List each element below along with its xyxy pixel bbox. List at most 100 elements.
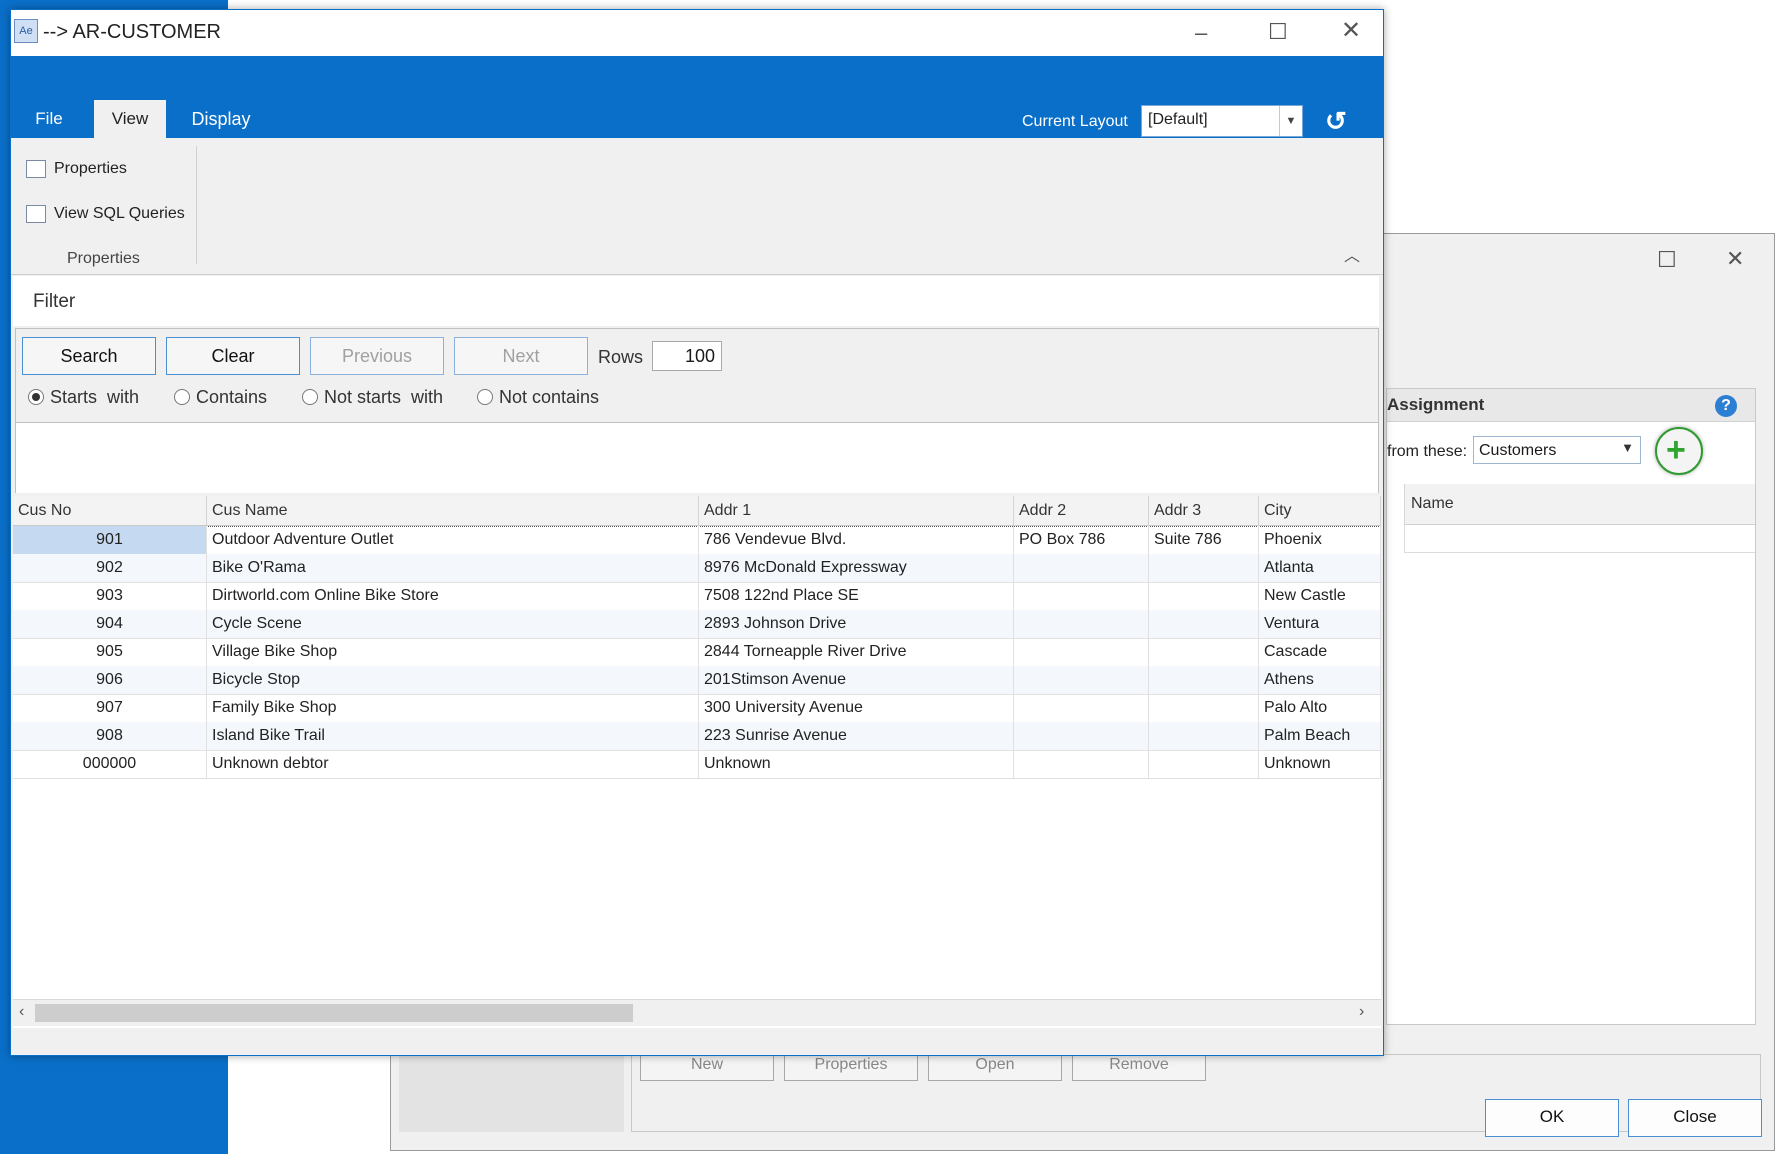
cell-cus-name: Cycle Scene bbox=[207, 610, 699, 638]
customer-grid: Cus No Cus Name Addr 1 Addr 2 Addr 3 Cit… bbox=[13, 496, 1381, 1028]
ok-button[interactable]: OK bbox=[1485, 1099, 1619, 1137]
maximize-icon[interactable]: ☐ bbox=[1657, 249, 1677, 271]
radio-starts-with[interactable]: Starts with bbox=[28, 387, 139, 408]
column-header-cus-name[interactable]: Cus Name bbox=[207, 496, 699, 526]
column-header-cus-no[interactable]: Cus No bbox=[13, 496, 207, 526]
column-header-addr-2[interactable]: Addr 2 bbox=[1014, 496, 1149, 526]
chevron-left-icon[interactable]: ‹ bbox=[19, 1003, 24, 1021]
cell-addr-3 bbox=[1149, 554, 1259, 582]
table-row[interactable]: 907 Family Bike Shop 300 University Aven… bbox=[13, 694, 1381, 723]
previous-button[interactable]: Previous bbox=[310, 337, 444, 375]
close-icon[interactable]: ✕ bbox=[1726, 248, 1744, 270]
cell-addr-1: 223 Sunrise Avenue bbox=[699, 722, 1014, 750]
close-button[interactable]: Close bbox=[1628, 1099, 1762, 1137]
add-button[interactable]: + bbox=[1655, 427, 1703, 475]
cell-cus-no: 905 bbox=[13, 638, 207, 666]
cell-addr-3: Suite 786 bbox=[1149, 526, 1259, 554]
cell-city: Phoenix bbox=[1259, 526, 1381, 554]
cell-cus-no: 902 bbox=[13, 554, 207, 582]
cell-addr-2 bbox=[1014, 582, 1149, 610]
ribbon-item-label: View SQL Queries bbox=[54, 205, 185, 223]
column-header-city[interactable]: City bbox=[1259, 496, 1381, 526]
from-these-label: from these: bbox=[1387, 443, 1468, 460]
chevron-up-icon[interactable]: ︿ bbox=[1344, 242, 1360, 266]
radio-label: Starts with bbox=[50, 387, 140, 407]
table-row[interactable]: 903 Dirtworld.com Online Bike Store 7508… bbox=[13, 582, 1381, 611]
cell-cus-name: Bicycle Stop bbox=[207, 666, 699, 694]
scrollbar-thumb[interactable] bbox=[35, 1004, 633, 1022]
radio-not-contains[interactable]: Not contains bbox=[477, 387, 599, 408]
ribbon-item-view-sql[interactable]: View SQL Queries bbox=[26, 205, 185, 223]
cell-city: Athens bbox=[1259, 666, 1381, 694]
current-layout-select[interactable]: [Default] ▼ bbox=[1141, 105, 1303, 137]
cell-cus-name: Dirtworld.com Online Bike Store bbox=[207, 582, 699, 610]
cell-city: Palm Beach bbox=[1259, 722, 1381, 750]
table-row[interactable]: 000000 Unknown debtor Unknown Unknown bbox=[13, 750, 1381, 779]
chevron-down-icon: ▼ bbox=[1621, 440, 1634, 455]
cell-cus-no: 904 bbox=[13, 610, 207, 638]
app-icon: Ae bbox=[14, 19, 38, 43]
remove-button[interactable]: Remove bbox=[1072, 1055, 1206, 1081]
cell-addr-1: 2893 Johnson Drive bbox=[699, 610, 1014, 638]
column-header-addr-1[interactable]: Addr 1 bbox=[699, 496, 1014, 526]
chevron-down-icon[interactable]: ▼ bbox=[1279, 106, 1302, 136]
tab-view[interactable]: View bbox=[94, 100, 166, 138]
new-button[interactable]: New bbox=[640, 1055, 774, 1081]
cell-cus-no: 907 bbox=[13, 694, 207, 722]
table-row[interactable]: 901 Outdoor Adventure Outlet 786 Vendevu… bbox=[13, 526, 1381, 555]
refresh-icon[interactable]: ↺ bbox=[1325, 106, 1347, 137]
filter-conditions-area[interactable] bbox=[16, 422, 1378, 493]
rows-input[interactable]: 100 bbox=[652, 341, 722, 371]
search-button[interactable]: Search bbox=[22, 337, 156, 375]
tab-display[interactable]: Display bbox=[181, 100, 261, 138]
ribbon-item-properties[interactable]: Properties bbox=[26, 160, 127, 178]
tab-file[interactable]: File bbox=[19, 100, 79, 138]
window-title: --> AR-CUSTOMER bbox=[43, 21, 221, 43]
table-row[interactable]: 908 Island Bike Trail 223 Sunrise Avenue… bbox=[13, 722, 1381, 751]
cell-addr-1: 786 Vendevue Blvd. bbox=[699, 526, 1014, 554]
clear-button[interactable]: Clear bbox=[166, 337, 300, 375]
open-button[interactable]: Open bbox=[928, 1055, 1062, 1081]
cell-addr-2 bbox=[1014, 666, 1149, 694]
assignment-grid-row[interactable] bbox=[1404, 524, 1755, 553]
table-row[interactable]: 904 Cycle Scene 2893 Johnson Drive Ventu… bbox=[13, 610, 1381, 639]
radio-label: Contains bbox=[196, 387, 268, 407]
table-row[interactable]: 906 Bicycle Stop 201Stimson Avenue Athen… bbox=[13, 666, 1381, 695]
cell-addr-2 bbox=[1014, 722, 1149, 750]
source-select[interactable]: Customers ▼ bbox=[1473, 436, 1641, 464]
radio-not-starts-with[interactable]: Not starts with bbox=[302, 387, 443, 408]
cell-cus-no: 906 bbox=[13, 666, 207, 694]
cell-cus-no: 908 bbox=[13, 722, 207, 750]
current-layout-label: Current Layout bbox=[1022, 113, 1128, 130]
table-row[interactable]: 905 Village Bike Shop 2844 Torneapple Ri… bbox=[13, 638, 1381, 667]
name-column-header[interactable]: Name bbox=[1411, 495, 1454, 513]
ribbon-tab-bar: File View Display Current Layout [Defaul… bbox=[11, 56, 1383, 138]
help-icon[interactable]: ? bbox=[1715, 395, 1737, 417]
horizontal-scrollbar[interactable]: ‹ › bbox=[13, 999, 1381, 1026]
close-icon[interactable]: ✕ bbox=[1341, 19, 1361, 43]
properties-button[interactable]: Properties bbox=[784, 1055, 918, 1081]
cell-addr-3 bbox=[1149, 694, 1259, 722]
cell-cus-name: Family Bike Shop bbox=[207, 694, 699, 722]
radio-icon bbox=[302, 389, 318, 405]
assignment-panel: Assignment ? from these: Customers ▼ + N… bbox=[1386, 388, 1756, 1025]
ribbon-body: Properties View SQL Queries Properties ︿ bbox=[11, 138, 1383, 275]
cell-city: Cascade bbox=[1259, 638, 1381, 666]
radio-contains[interactable]: Contains bbox=[174, 387, 267, 408]
title-bar[interactable]: Ae --> AR-CUSTOMER – ☐ ✕ bbox=[11, 10, 1383, 56]
chevron-right-icon[interactable]: › bbox=[1359, 1003, 1364, 1021]
cell-addr-1: 300 University Avenue bbox=[699, 694, 1014, 722]
table-row[interactable]: 902 Bike O'Rama 8976 McDonald Expressway… bbox=[13, 554, 1381, 583]
source-select-value: Customers bbox=[1479, 442, 1557, 459]
sql-query-icon bbox=[26, 205, 46, 223]
minimize-icon[interactable]: – bbox=[1195, 22, 1207, 44]
cell-addr-1: Unknown bbox=[699, 750, 1014, 778]
cell-cus-name: Island Bike Trail bbox=[207, 722, 699, 750]
maximize-icon[interactable]: ☐ bbox=[1268, 21, 1288, 43]
cell-addr-2 bbox=[1014, 638, 1149, 666]
next-button[interactable]: Next bbox=[454, 337, 588, 375]
column-header-addr-3[interactable]: Addr 3 bbox=[1149, 496, 1259, 526]
cell-addr-2: PO Box 786 bbox=[1014, 526, 1149, 554]
ribbon-separator bbox=[196, 146, 197, 264]
filter-header: Filter bbox=[13, 276, 1379, 326]
